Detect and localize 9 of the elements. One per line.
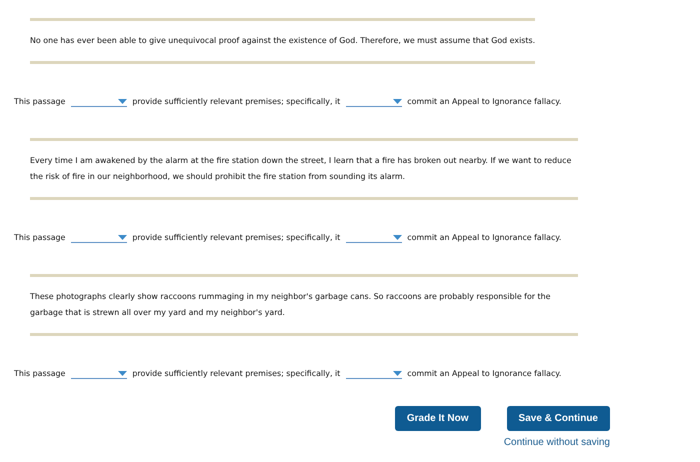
caret-icon xyxy=(393,98,402,104)
action-button[interactable]: Save & Continue xyxy=(506,406,610,431)
caret-icon xyxy=(393,370,402,376)
caret-icon xyxy=(118,98,128,104)
continue-link[interactable]: Continue without saving xyxy=(504,437,610,448)
caret-icon xyxy=(118,370,128,376)
caret-icon xyxy=(118,234,128,240)
caret-icon xyxy=(393,234,402,240)
action-button[interactable]: Grade It Now xyxy=(394,406,481,431)
